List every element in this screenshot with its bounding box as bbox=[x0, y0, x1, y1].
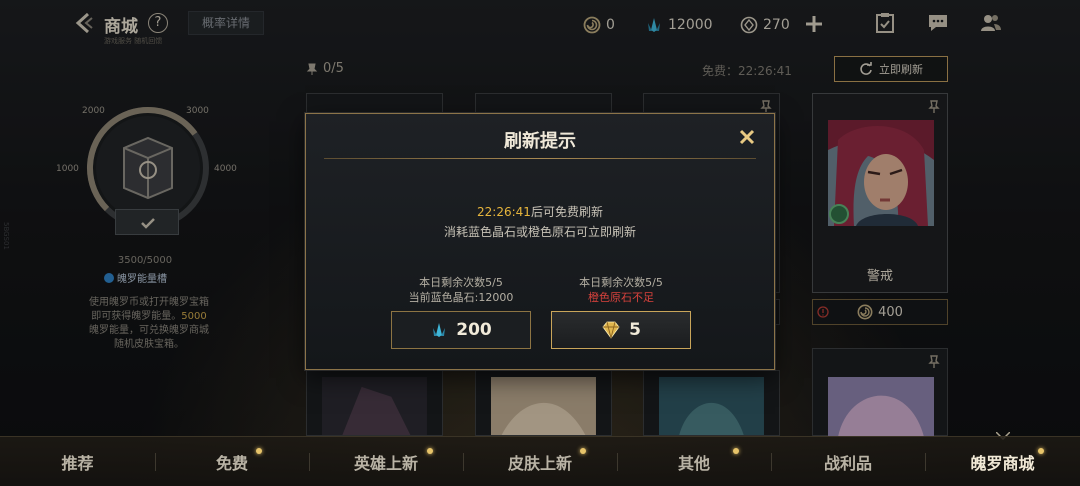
remaining-count: 本日剩余次数5/5 bbox=[579, 276, 663, 289]
blue-option-info: 本日剩余次数5/5 当前蓝色晶石:12000 bbox=[391, 275, 531, 305]
blue-cost-value: 200 bbox=[456, 320, 492, 340]
current-balance: 当前蓝色晶石:12000 bbox=[408, 291, 514, 304]
divider bbox=[324, 158, 756, 159]
bottom-nav: 推荐 免费 英雄上新 皮肤上新 其他 战利品 魄罗商城 bbox=[0, 436, 1080, 486]
refresh-dialog: 刷新提示 22:26:41后可免费刷新 消耗蓝色晶石或橙色原石可立即刷新 本日剩… bbox=[305, 113, 775, 370]
gold-cost-value: 5 bbox=[629, 320, 641, 340]
refresh-with-orange-essence-button[interactable]: 5 bbox=[551, 311, 691, 349]
notification-dot bbox=[580, 448, 586, 454]
refresh-cost-message: 消耗蓝色晶石或橙色原石可立即刷新 bbox=[443, 225, 636, 239]
tab-new-skins[interactable]: 皮肤上新 bbox=[463, 437, 617, 486]
close-icon[interactable] bbox=[738, 128, 756, 146]
dialog-title: 刷新提示 bbox=[504, 131, 576, 152]
notification-dot bbox=[427, 448, 433, 454]
notification-dot bbox=[1038, 448, 1044, 454]
notification-dot bbox=[256, 448, 262, 454]
tab-new-champions[interactable]: 英雄上新 bbox=[309, 437, 463, 486]
blue-essence-icon bbox=[433, 323, 446, 337]
message-suffix: 后可免费刷新 bbox=[530, 205, 603, 219]
tab-other[interactable]: 其他 bbox=[617, 437, 771, 486]
refresh-with-blue-essence-button[interactable]: 200 bbox=[391, 311, 531, 349]
orange-essence-gem-icon bbox=[602, 321, 620, 339]
tab-poro-shop[interactable]: 魄罗商城 bbox=[925, 437, 1080, 486]
tab-loot[interactable]: 战利品 bbox=[771, 437, 925, 486]
tab-recommended[interactable]: 推荐 bbox=[0, 437, 155, 486]
insufficient-warning: 橙色原石不足 bbox=[588, 291, 654, 304]
notification-dot bbox=[733, 448, 739, 454]
gold-option-info: 本日剩余次数5/5 橙色原石不足 bbox=[551, 275, 691, 305]
refresh-countdown: 22:26:41 bbox=[477, 205, 531, 219]
free-refresh-message: 22:26:41后可免费刷新 bbox=[306, 203, 774, 220]
tab-free[interactable]: 免费 bbox=[155, 437, 309, 486]
remaining-count: 本日剩余次数5/5 bbox=[419, 276, 503, 289]
